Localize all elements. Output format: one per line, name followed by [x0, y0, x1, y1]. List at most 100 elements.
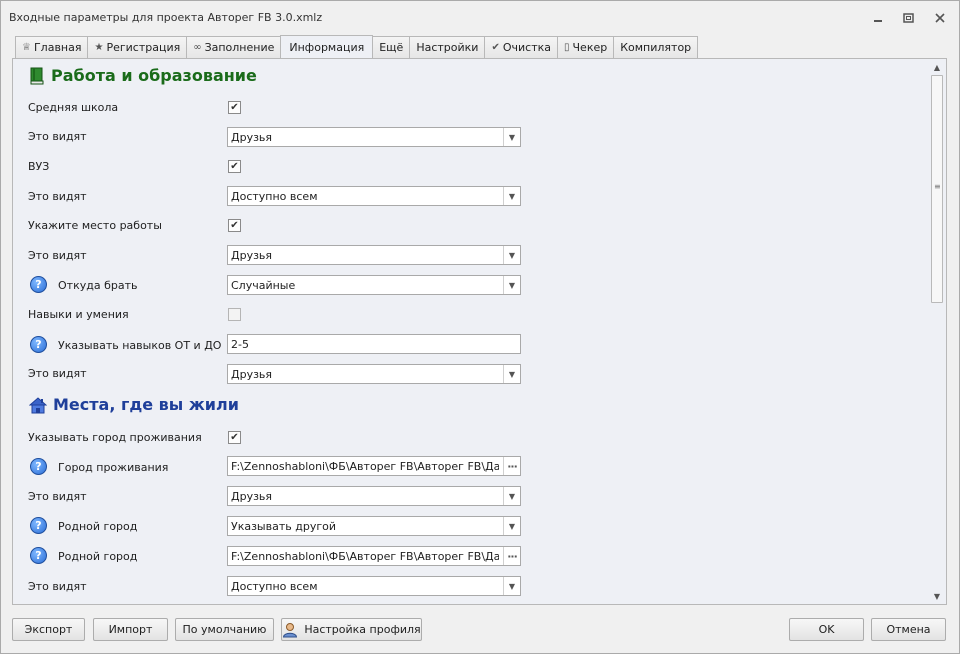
help-icon[interactable]: ?: [30, 336, 47, 353]
browse-button[interactable]: ···: [503, 457, 520, 475]
checkmark-icon: ✔: [230, 101, 239, 113]
dropdown-arrow-icon[interactable]: ▼: [503, 577, 520, 595]
help-icon[interactable]: ?: [30, 458, 47, 475]
skills-label: Навыки и умения: [28, 308, 129, 321]
checkmark-icon: ✔: [230, 431, 239, 443]
tab-compiler[interactable]: Компилятор: [613, 36, 699, 58]
university-checkbox[interactable]: ✔: [228, 160, 241, 173]
window-title: Входные параметры для проекта Авторег FB…: [9, 11, 323, 24]
source-label: Откуда брать: [58, 279, 138, 292]
minimize-icon: [874, 20, 882, 22]
user-icon: [283, 622, 298, 637]
vertical-scrollbar[interactable]: ▲ ≡ ▼: [929, 60, 945, 603]
city-path-input[interactable]: F:\Zennoshabloni\ФБ\Авторег FB\Авторег F…: [227, 456, 521, 476]
skills-visibility-select[interactable]: Друзья ▼: [227, 364, 521, 384]
university-label: ВУЗ: [28, 160, 50, 173]
ok-button[interactable]: OK: [789, 618, 864, 641]
grip-icon: ≡: [934, 182, 941, 191]
tab-label: Чекер: [572, 41, 608, 54]
dropdown-arrow-icon[interactable]: ▼: [503, 517, 520, 535]
check-icon: ✔: [491, 42, 500, 53]
tab-label: Заполнение: [204, 41, 275, 54]
hometown-path-label: Родной город: [58, 550, 138, 563]
browse-button[interactable]: ···: [503, 547, 520, 565]
restore-icon: [902, 13, 914, 23]
minimize-button[interactable]: [868, 9, 888, 27]
university-visibility-select[interactable]: Доступно всем ▼: [227, 186, 521, 206]
help-icon[interactable]: ?: [30, 547, 47, 564]
city-flag-label: Указывать город проживания: [28, 431, 202, 444]
import-button[interactable]: Импорт: [93, 618, 168, 641]
dropdown-arrow-icon[interactable]: ▼: [503, 487, 520, 505]
tab-label: Компилятор: [620, 41, 692, 54]
tab-checker[interactable]: ▯ Чекер: [557, 36, 615, 58]
title-bar: Входные параметры для проекта Авторег FB…: [1, 1, 959, 35]
hometown-mode-select[interactable]: Указывать другой ▼: [227, 516, 521, 536]
close-button[interactable]: [930, 9, 950, 27]
tab-filling[interactable]: ∞ Заполнение: [186, 36, 282, 58]
hometown-visibility-label: Это видят: [28, 580, 87, 593]
close-icon: [935, 13, 945, 23]
hometown-mode-label: Родной город: [58, 520, 138, 533]
dialog-window: Входные параметры для проекта Авторег FB…: [0, 0, 960, 654]
tab-label: Настройки: [416, 41, 479, 54]
house-icon: [29, 396, 47, 413]
tab-settings[interactable]: Настройки: [409, 36, 486, 58]
maximize-button[interactable]: [898, 9, 918, 27]
school-visibility-select[interactable]: Друзья ▼: [227, 127, 521, 147]
scroll-down-icon[interactable]: ▼: [929, 589, 945, 603]
settings-panel: Работа и образование Средняя школа ✔ Это…: [12, 58, 947, 605]
help-icon[interactable]: ?: [30, 517, 47, 534]
profile-settings-button[interactable]: Настройка профиля: [281, 618, 422, 641]
source-select[interactable]: Случайные ▼: [227, 275, 521, 295]
home-icon: ♕: [22, 42, 31, 53]
dropdown-arrow-icon[interactable]: ▼: [503, 276, 520, 294]
city-visibility-label: Это видят: [28, 490, 87, 503]
skills-checkbox[interactable]: [228, 308, 241, 321]
tab-label: Информация: [289, 40, 365, 54]
hometown-visibility-select[interactable]: Доступно всем ▼: [227, 576, 521, 596]
checkmark-icon: ✔: [230, 160, 239, 172]
star-icon: ★: [94, 42, 104, 53]
workplace-label: Укажите место работы: [28, 219, 162, 232]
export-button[interactable]: Экспорт: [12, 618, 85, 641]
section-title: Места, где вы жили: [53, 395, 239, 414]
workplace-checkbox[interactable]: ✔: [228, 219, 241, 232]
help-icon[interactable]: ?: [30, 276, 47, 293]
dropdown-arrow-icon[interactable]: ▼: [503, 365, 520, 383]
city-label: Город проживания: [58, 461, 169, 474]
dropdown-arrow-icon[interactable]: ▼: [503, 128, 520, 146]
hometown-path-input[interactable]: F:\Zennoshabloni\ФБ\Авторег FB\Авторег F…: [227, 546, 521, 566]
school-checkbox[interactable]: ✔: [228, 101, 241, 114]
scroll-up-icon[interactable]: ▲: [929, 60, 945, 74]
tab-main[interactable]: ♕ Главная: [15, 36, 89, 58]
section-title: Работа и образование: [51, 66, 257, 85]
skills-range-label: Указывать навыков ОТ и ДО: [58, 339, 222, 352]
tab-label: Регистрация: [106, 41, 181, 54]
tab-label: Ещё: [379, 41, 404, 54]
tab-more[interactable]: Ещё: [372, 36, 411, 58]
book-icon: [30, 67, 44, 84]
school-label: Средняя школа: [28, 101, 119, 114]
scrollbar-thumb[interactable]: ≡: [931, 75, 943, 303]
tab-cleanup[interactable]: ✔ Очистка: [484, 36, 558, 58]
section-work-education: Работа и образование: [29, 66, 257, 85]
cancel-button[interactable]: Отмена: [871, 618, 946, 641]
city-visibility-select[interactable]: Друзья ▼: [227, 486, 521, 506]
tab-information[interactable]: Информация: [280, 35, 374, 58]
dropdown-arrow-icon[interactable]: ▼: [503, 187, 520, 205]
tab-label: Главная: [33, 41, 82, 54]
phone-icon: ▯: [564, 42, 570, 53]
skills-range-input[interactable]: 2-5: [227, 334, 521, 354]
dropdown-arrow-icon[interactable]: ▼: [503, 246, 520, 264]
checkmark-icon: ✔: [230, 219, 239, 231]
city-flag-checkbox[interactable]: ✔: [228, 431, 241, 444]
tab-label: Очистка: [502, 41, 551, 54]
workplace-visibility-select[interactable]: Друзья ▼: [227, 245, 521, 265]
skills-visibility-label: Это видят: [28, 367, 87, 380]
school-visibility-label: Это видят: [28, 130, 87, 143]
tab-strip: ♕ Главная ★ Регистрация ∞ Заполнение Инф…: [15, 35, 699, 58]
university-visibility-label: Это видят: [28, 190, 87, 203]
tab-registration[interactable]: ★ Регистрация: [87, 36, 188, 58]
default-button[interactable]: По умолчанию: [175, 618, 274, 641]
